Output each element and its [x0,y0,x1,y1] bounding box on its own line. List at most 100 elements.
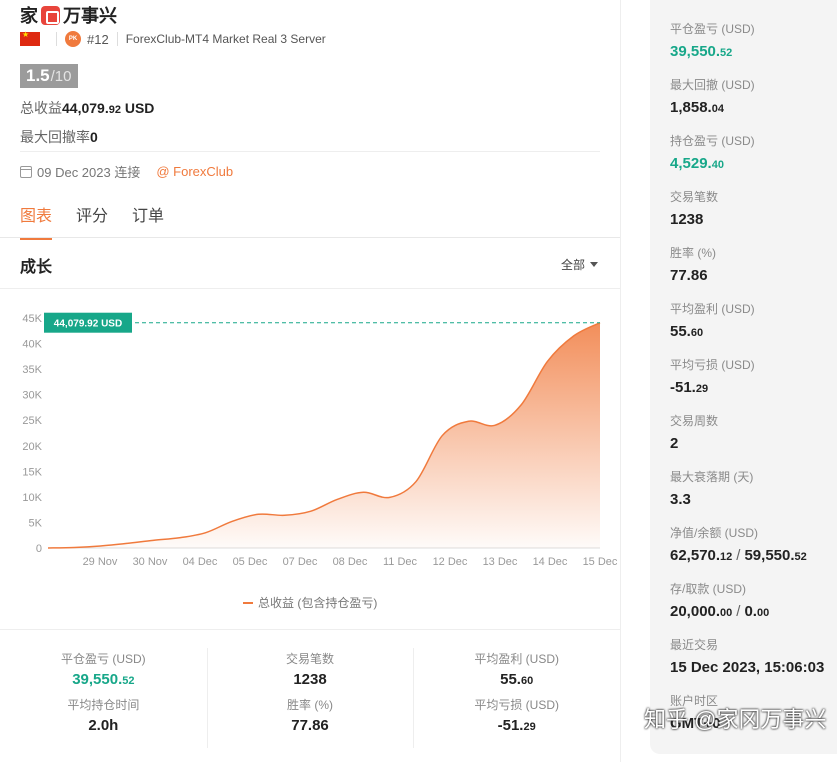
growth-chart[interactable]: 0 5K 10K 15K 20K 25K 30K 35K 40K 45K 29 Nov 30 Nov 0… [0,290,620,590]
sidebar-stat: 交易周数 2 [670,412,837,468]
tab-rating[interactable]: 评分 [76,202,108,240]
stat-value: 62,570.12/59,550.52 [670,547,807,564]
rank-label: #12 [87,31,109,47]
bottom-stat: 平均亏损 (USD) -51.29 [413,696,620,734]
bottom-stats-column: 平仓盈亏 (USD) 39,550.52 平均持仓时间 2.0h [0,630,207,762]
stat-value: 1238 [670,211,704,228]
stat-value: 1,858.04 [670,99,724,116]
range-dropdown-value: 全部 [560,258,585,272]
x-tick-label: 11 Dec [383,556,418,568]
sidebar-stat: 交易笔数 1238 [670,188,837,244]
sidebar-stat-label: 平仓盈亏 (USD) [670,22,755,36]
max-drawdown-label: 最大回撤率 [20,129,90,145]
account-meta: PK #12 ForexClub-MT4 Market Real 3 Serve… [20,30,326,47]
total-profit-label: 总收益 [20,100,62,116]
legend-swatch [243,601,253,604]
legend-label: 总收益 (包含持仓盈亏) [258,596,378,610]
divider [0,237,620,238]
stats-sidebar: 平仓盈亏 (USD) 39,550.52 最大回撤 (USD) 1,858.04 持仓盈… [650,0,837,754]
stat-value: 4,529.40 [670,155,724,172]
stat-value: -51.29 [497,717,536,734]
y-tick-label: 35K [22,364,42,376]
caret-down-icon [590,262,598,267]
bottom-stat-label: 平仓盈亏 (USD) [61,652,146,666]
y-tick-label: 30K [22,390,42,402]
y-tick-label: 45K [22,313,42,325]
y-tick-label: 0 [36,543,42,555]
bottom-stat: 平均持仓时间 2.0h [0,696,207,734]
stat-value: 77.86 [670,267,708,284]
tab-chart[interactable]: 图表 [20,202,53,240]
calendar-icon [20,165,32,178]
sidebar-stat: 最大回撤 (USD) 1,858.04 [670,76,837,132]
sidebar-stat: 持仓盈亏 (USD) 4,529.40 [670,132,837,188]
y-tick-label: 20K [22,441,42,453]
tab-bar: 图表 评分 订单 [20,202,188,240]
range-dropdown[interactable]: 全部 [561,256,598,273]
max-drawdown-value: 0 [90,129,98,145]
sidebar-stat-label: 持仓盈亏 (USD) [670,134,755,148]
bottom-stat: 胜率 (%) 77.86 [207,696,414,734]
stat-value: 2.0h [88,717,119,734]
bottom-stats: 平仓盈亏 (USD) 39,550.52 平均持仓时间 2.0h 交易笔数 1238 胜率 … [0,630,620,762]
x-tick-label: 07 Dec [283,556,318,568]
bottom-stats-column: 交易笔数 1238 胜率 (%) 77.86 [206,630,414,762]
sidebar-stat: 最近交易 15 Dec 2023, 15:06:03 [670,636,837,692]
account-name-part2: 万事兴 [63,6,117,26]
connected-date: 09 Dec 2023 连接 [37,165,141,180]
sidebar-stat: 胜率 (%) 77.86 [670,244,837,300]
stat-value: GMT+0 [670,715,721,732]
bottom-stats-column: 平均盈利 (USD) 55.60 平均亏损 (USD) -51.29 [413,630,620,762]
sidebar-stat: 存/取款 (USD) 20,000.00/0.00 [670,580,837,636]
sidebar-stat-label: 交易周数 [670,414,719,428]
bottom-stat-label: 平均盈利 (USD) [474,652,560,666]
stat-value: 55.60 [670,323,704,340]
stat-value: 39,550.52 [72,671,135,688]
home-icon [41,5,60,25]
account-name-part1: 家 [20,6,38,26]
stat-value: 15 Dec 2023, 15:06:03 [670,659,825,676]
chart-section-title: 成长 [20,259,53,276]
stat-value: -51.29 [670,379,709,396]
sidebar-stat: 平仓盈亏 (USD) 39,550.52 [670,20,837,76]
stat-value: 3.3 [670,491,691,508]
pk-flame-icon: PK [65,31,81,47]
sidebar-stat-label: 胜率 (%) [670,246,716,260]
stat-value: 20,000.00/0.00 [670,603,770,620]
sidebar-stat-label: 平均盈利 (USD) [670,302,755,316]
total-profit: 总收益 44,079.92 USD [20,98,154,118]
stat-value: 55.60 [500,671,534,688]
last-value-label: 44,079.92 USD [54,319,122,330]
max-drawdown-rate: 最大回撤率 0 [20,127,98,147]
bottom-stat-label: 胜率 (%) [287,698,333,712]
x-tick-label: 08 Dec [333,556,368,568]
stat-value: 39,550.52 [670,43,733,60]
stat-value: 77.86 [291,717,329,734]
sidebar-stat-label: 存/取款 (USD) [670,582,746,596]
stat-value: 1238 [293,671,327,688]
sidebar-stat: 最大衰落期 (天) 3.3 [670,468,837,524]
y-tick-label: 40K [22,339,42,351]
sidebar-stat-label: 账户时区 [670,694,719,708]
chart-legend[interactable]: 总收益 (包含持仓盈亏) [243,594,377,611]
stat-value: 2 [670,435,679,452]
account-title: 家 万事兴 [20,2,117,28]
sidebar-stat: 平均盈利 (USD) 55.60 [670,300,837,356]
sidebar-stat-label: 净值/余额 (USD) [670,526,758,540]
sidebar-stat: 平均亏损 (USD) -51.29 [670,356,837,412]
broker-link[interactable]: @ ForexClub [156,164,233,179]
bottom-stat-label: 平均亏损 (USD) [474,698,560,712]
x-tick-label: 05 Dec [233,556,268,568]
divider [116,32,118,46]
sidebar-stat: 净值/余额 (USD) 62,570.12/59,550.52 [670,524,837,580]
y-tick-label: 10K [22,492,42,504]
connected-since: 09 Dec 2023 连接 @ ForexClub [20,162,233,181]
sidebar-stat-label: 最近交易 [670,638,719,652]
server-label: ForexClub-MT4 Market Real 3 Server [125,32,326,46]
divider [20,151,600,152]
divider [0,288,620,289]
x-tick-label: 15 Dec [583,556,618,568]
bottom-stat: 交易笔数 1238 [207,650,414,688]
tab-orders[interactable]: 订单 [132,202,164,240]
score-badge: 1.5 /10 [20,64,78,88]
